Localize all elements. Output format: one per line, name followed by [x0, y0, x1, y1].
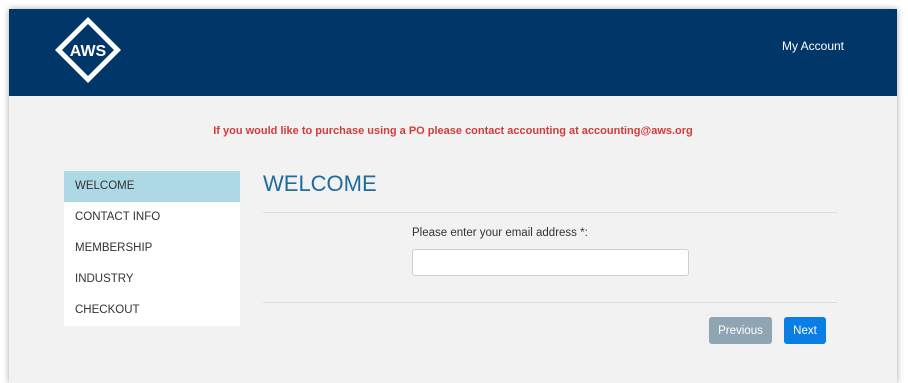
step-sidebar: WELCOME CONTACT INFO MEMBERSHIP INDUSTRY…	[64, 171, 240, 326]
sidebar-item-industry[interactable]: INDUSTRY	[64, 264, 240, 295]
email-field-label: Please enter your email address *:	[412, 227, 588, 239]
logo-text: AWS	[70, 43, 107, 60]
form-divider	[263, 302, 837, 303]
next-button[interactable]: Next	[784, 317, 826, 344]
previous-button[interactable]: Previous	[709, 317, 772, 344]
site-header: AWS My Account	[9, 9, 897, 96]
title-divider	[263, 212, 837, 213]
my-account-link[interactable]: My Account	[782, 39, 844, 53]
po-notice: If you would like to purchase using a PO…	[213, 125, 693, 137]
aws-logo[interactable]: AWS	[53, 15, 123, 85]
page-title: WELCOME	[263, 171, 377, 196]
email-field[interactable]	[412, 249, 689, 276]
sidebar-item-contact-info[interactable]: CONTACT INFO	[64, 202, 240, 233]
page-frame: AWS My Account If you would like to purc…	[9, 9, 897, 383]
sidebar-item-welcome[interactable]: WELCOME	[64, 171, 240, 202]
sidebar-item-membership[interactable]: MEMBERSHIP	[64, 233, 240, 264]
sidebar-item-checkout[interactable]: CHECKOUT	[64, 295, 240, 326]
